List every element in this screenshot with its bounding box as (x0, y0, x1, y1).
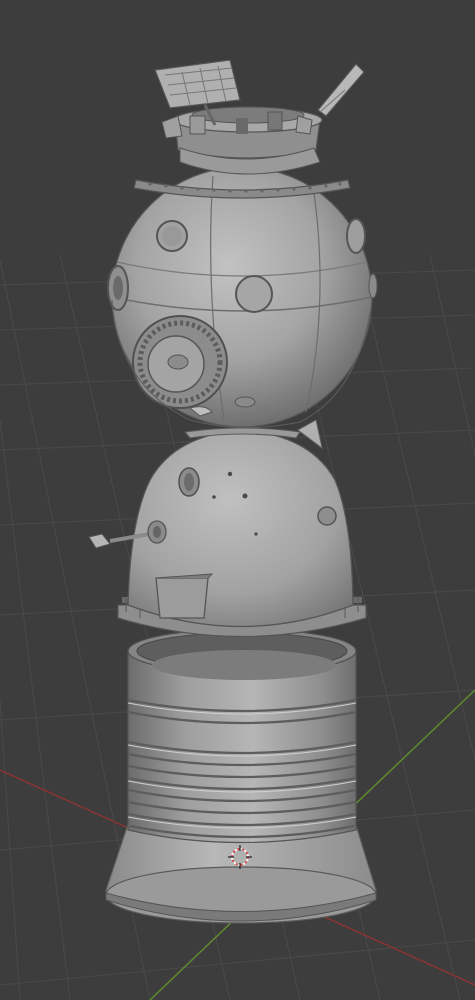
porthole-descent (317, 506, 337, 526)
viewport-scene[interactable] (0, 0, 475, 1000)
3d-viewport[interactable] (0, 0, 475, 1000)
panel-plate (155, 577, 209, 619)
porthole-center (235, 275, 273, 313)
descent-module[interactable] (88, 419, 367, 638)
antenna-right (317, 63, 365, 117)
porthole-upper-right (346, 218, 366, 254)
docking-hatch (132, 315, 228, 409)
docking-probe[interactable] (154, 59, 365, 175)
spacecraft-model[interactable] (88, 59, 378, 924)
ribbed-cylinder[interactable] (127, 628, 357, 844)
orbital-module[interactable] (107, 166, 378, 429)
